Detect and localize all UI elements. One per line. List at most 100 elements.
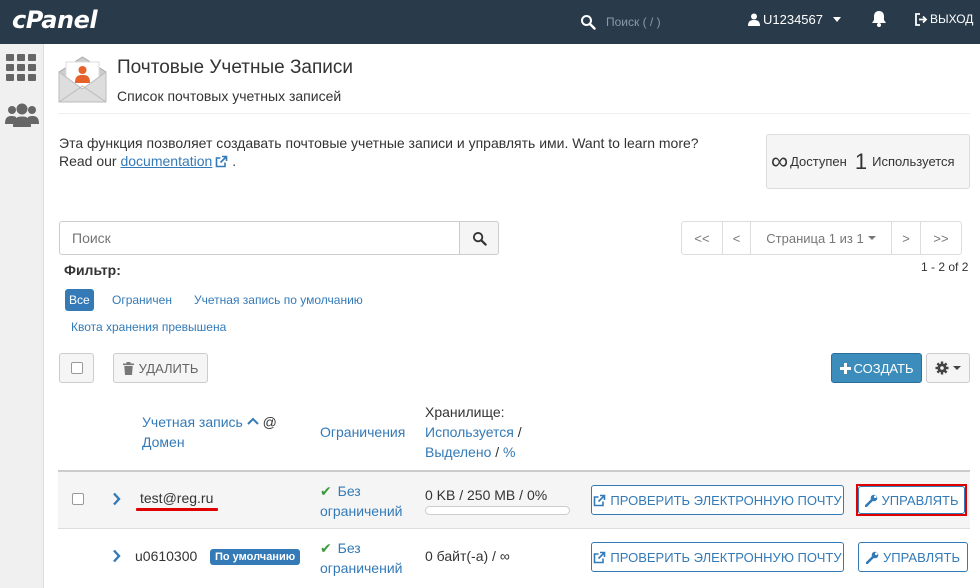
check-email-label: ПРОВЕРИТЬ ЭЛЕКТРОННУЮ ПОЧТУ [610,492,842,508]
bell-icon [872,11,886,27]
read-our-text: Read our [59,153,121,169]
page-subtitle: Список почтовых учетных записей [117,88,342,104]
storage-usage: 0 байт(-а) / ∞ [425,548,510,564]
pagination: << < Страница 1 из 1 > >> [681,221,962,255]
plus-icon [839,362,851,374]
column-account[interactable]: Учетная запись @ Домен [142,412,277,452]
column-storage: Хранилище: Используется / Выделено / % [425,402,522,462]
account-name: u0610300 [135,548,198,564]
filter-label: Фильтр: [64,262,121,278]
cpanel-logo[interactable]: cPanel [12,6,98,34]
page-label: Страница 1 из 1 [766,230,864,246]
account-sort-link[interactable]: Учетная запись [142,414,243,430]
create-label: СОЗДАТЬ [853,360,914,376]
domain-sort-link[interactable]: Домен [142,434,185,450]
page-title: Почтовые Учетные Записи [117,57,354,78]
storage-separator: / [517,424,522,440]
sidebar [0,44,44,588]
used-count: 1 [854,148,868,174]
manage-label: УПРАВЛЯТЬ [883,549,960,565]
caret-down-icon [867,236,876,240]
settings-dropdown-button[interactable] [926,353,970,383]
logout-icon [915,12,928,26]
logout-button[interactable]: ВЫХОД [915,12,973,26]
search-icon [472,231,487,246]
used-sort-link[interactable]: Используется [425,424,514,440]
top-bar: cPanel Поиск ( / ) U1234567 ВЫХОД [0,0,980,44]
filter-restricted[interactable]: Ограничен [112,293,172,307]
manage-button[interactable]: УПРАВЛЯТЬ [858,542,968,572]
user-menu[interactable]: U1234567 [748,12,841,27]
create-button[interactable]: СОЗДАТЬ [831,353,922,383]
external-link-icon [215,154,228,172]
first-page-button[interactable]: << [681,221,723,255]
default-badge: По умолчанию [210,549,301,565]
select-all-checkbox[interactable] [59,353,94,383]
restriction-line2: ограничений [320,503,403,519]
restriction-line2: ограничений [320,560,403,576]
header-divider [58,113,970,114]
search-button[interactable] [459,221,499,255]
username: U1234567 [763,12,823,27]
chevron-down-icon [833,17,841,22]
email-accounts-icon [58,56,107,106]
account-email: test@reg.ru [140,490,214,506]
next-page-button[interactable]: > [891,221,921,255]
wrench-icon [866,551,879,564]
restrictions-sort-link[interactable]: Ограничения [320,424,405,440]
top-search-placeholder: Поиск ( / ) [606,15,661,29]
check-icon: ✔ [320,540,332,556]
delete-label: УДАЛИТЬ [138,360,199,376]
search-input[interactable] [59,221,460,255]
results-count: 1 - 2 of 2 [921,260,969,274]
apps-grid-icon[interactable] [6,54,36,85]
check-icon: ✔ [320,483,332,499]
storage-usage: 0 KB / 250 MB / 0% [425,487,548,503]
check-email-button[interactable]: ПРОВЕРИТЬ ЭЛЕКТРОННУЮ ПОЧТУ [591,542,844,572]
user-icon [748,13,760,26]
caret-down-icon [953,366,961,370]
filter-all[interactable]: Все [65,289,94,311]
check-email-button[interactable]: ПРОВЕРИТЬ ЭЛЕКТРОННУЮ ПОЧТУ [591,485,844,515]
highlight-box [856,484,967,516]
logout-label: ВЫХОД [930,12,974,26]
percent-sort-link[interactable]: % [503,444,515,460]
restriction-line1: Без [337,540,361,556]
check-email-label: ПРОВЕРИТЬ ЭЛЕКТРОННУЮ ПОЧТУ [610,549,842,565]
available-label: Доступен [790,154,847,169]
notifications-bell[interactable] [871,10,887,30]
used-label: Используется [872,154,955,169]
description: Эта функция позволяет создавать почтовые… [59,134,739,172]
storage-label: Хранилище: [425,404,505,420]
usage-stats: ∞ Доступен 1 Используется [766,134,970,189]
row-checkbox[interactable] [72,493,84,505]
restriction-status: ✔ Без ограничений [320,481,402,521]
trash-icon [122,361,134,375]
external-link-icon [594,551,606,563]
allocated-sort-link[interactable]: Выделено [425,444,491,460]
sort-up-icon [246,417,259,425]
restriction-line1: Без [337,483,361,499]
filter-quota-exceeded[interactable]: Квота хранения превышена [71,320,226,334]
page-select[interactable]: Страница 1 из 1 [750,221,892,255]
search-icon [581,15,596,30]
checkbox [70,362,83,374]
documentation-link[interactable]: documentation [120,153,212,169]
storage-separator: / [495,444,500,460]
top-search[interactable]: Поиск ( / ) [580,10,661,34]
gear-icon [935,361,949,375]
highlight-underline [136,508,218,511]
filter-default-account[interactable]: Учетная запись по умолчанию [194,293,363,307]
description-text: Эта функция позволяет создавать почтовые… [59,135,699,151]
last-page-button[interactable]: >> [920,221,962,255]
column-restrictions[interactable]: Ограничения [320,422,405,442]
chevron-right-icon[interactable] [112,492,121,509]
chevron-right-icon[interactable] [112,549,121,566]
at-symbol: @ [262,414,277,430]
delete-button[interactable]: УДАЛИТЬ [113,353,208,383]
external-link-icon [594,494,606,506]
prev-page-button[interactable]: < [722,221,751,255]
restriction-status: ✔ Без ограничений [320,538,402,578]
users-icon[interactable] [4,102,40,133]
storage-progress-bar [425,506,570,515]
